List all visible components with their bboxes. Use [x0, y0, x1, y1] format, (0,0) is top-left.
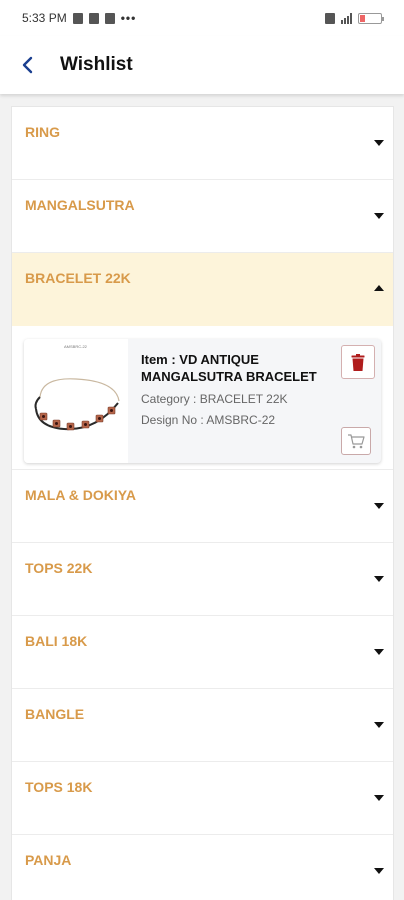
trash-icon	[351, 353, 365, 371]
category-row-ring[interactable]: RING	[12, 107, 393, 180]
category-row-bracelet-22k[interactable]: BRACELET 22K	[12, 253, 393, 326]
caret-down-icon	[374, 140, 384, 146]
status-left: 5:33 PM •••	[22, 11, 136, 25]
status-time: 5:33 PM	[22, 11, 67, 25]
category-row-panja[interactable]: PANJA	[12, 835, 393, 900]
back-button[interactable]	[0, 36, 56, 94]
caret-down-icon	[374, 576, 384, 582]
cart-icon	[348, 434, 365, 449]
category-label: PANJA	[25, 852, 72, 868]
category-label: MANGALSUTRA	[25, 197, 135, 213]
item-name: Item : VD ANTIQUE MANGALSUTRA BRACELET	[141, 352, 317, 384]
category-row-bangle[interactable]: BANGLE	[12, 689, 393, 762]
app-bar: Wishlist	[0, 36, 404, 94]
item-details: Item : VD ANTIQUE MANGALSUTRA BRACELET C…	[141, 351, 336, 428]
caret-down-icon	[374, 722, 384, 728]
sim-icon	[325, 12, 335, 24]
caret-down-icon	[374, 795, 384, 801]
category-row-mangalsutra[interactable]: MANGALSUTRA	[12, 180, 393, 253]
vpn-key-icon	[104, 12, 115, 24]
expanded-items: AMSBRC-22 Item: VD ANTIQUE MANGALSUTRA …	[12, 326, 393, 470]
category-row-bali-18k[interactable]: BALI 18K	[12, 616, 393, 689]
trash-notification-icon	[88, 12, 99, 24]
category-row-mala-dokiya[interactable]: MALA & DOKIYA	[12, 470, 393, 543]
category-label: TOPS 18K	[25, 779, 93, 795]
trash-notification-icon	[72, 12, 83, 24]
category-label: TOPS 22K	[25, 560, 93, 576]
category-label: BRACELET 22K	[25, 270, 131, 286]
status-right	[325, 12, 384, 24]
battery-level	[360, 14, 365, 22]
add-to-cart-button[interactable]	[341, 427, 371, 455]
wishlist-item-card[interactable]: AMSBRC-22 Item: VD ANTIQUE MANGALSUTRA …	[24, 339, 381, 463]
wishlist-category-list: RING MANGALSUTRA BRACELET 22K AMSBRC-22	[11, 106, 394, 900]
caret-down-icon	[374, 213, 384, 219]
caret-down-icon	[374, 503, 384, 509]
item-design-no: Design No : AMSBRC-22	[141, 413, 276, 427]
caret-down-icon	[374, 649, 384, 655]
category-row-tops-18k[interactable]: TOPS 18K	[12, 762, 393, 835]
category-row-tops-22k[interactable]: TOPS 22K	[12, 543, 393, 616]
signal-icon	[341, 12, 352, 24]
caret-up-icon	[374, 285, 384, 291]
page-title: Wishlist	[60, 54, 133, 75]
item-category: Category : BRACELET 22K	[141, 392, 288, 406]
delete-button[interactable]	[341, 345, 375, 379]
product-image: AMSBRC-22	[24, 339, 128, 463]
category-label: MALA & DOKIYA	[25, 487, 136, 503]
more-notifications: •••	[120, 11, 137, 25]
product-image-label: AMSBRC-22	[64, 344, 87, 349]
category-label: RING	[25, 124, 60, 140]
bracelet-image	[34, 378, 120, 431]
caret-down-icon	[374, 868, 384, 874]
status-bar: 5:33 PM •••	[0, 0, 404, 36]
battery-icon	[358, 12, 384, 24]
category-label: BANGLE	[25, 706, 85, 722]
chevron-left-icon	[22, 56, 33, 74]
category-label: BALI 18K	[25, 633, 88, 649]
